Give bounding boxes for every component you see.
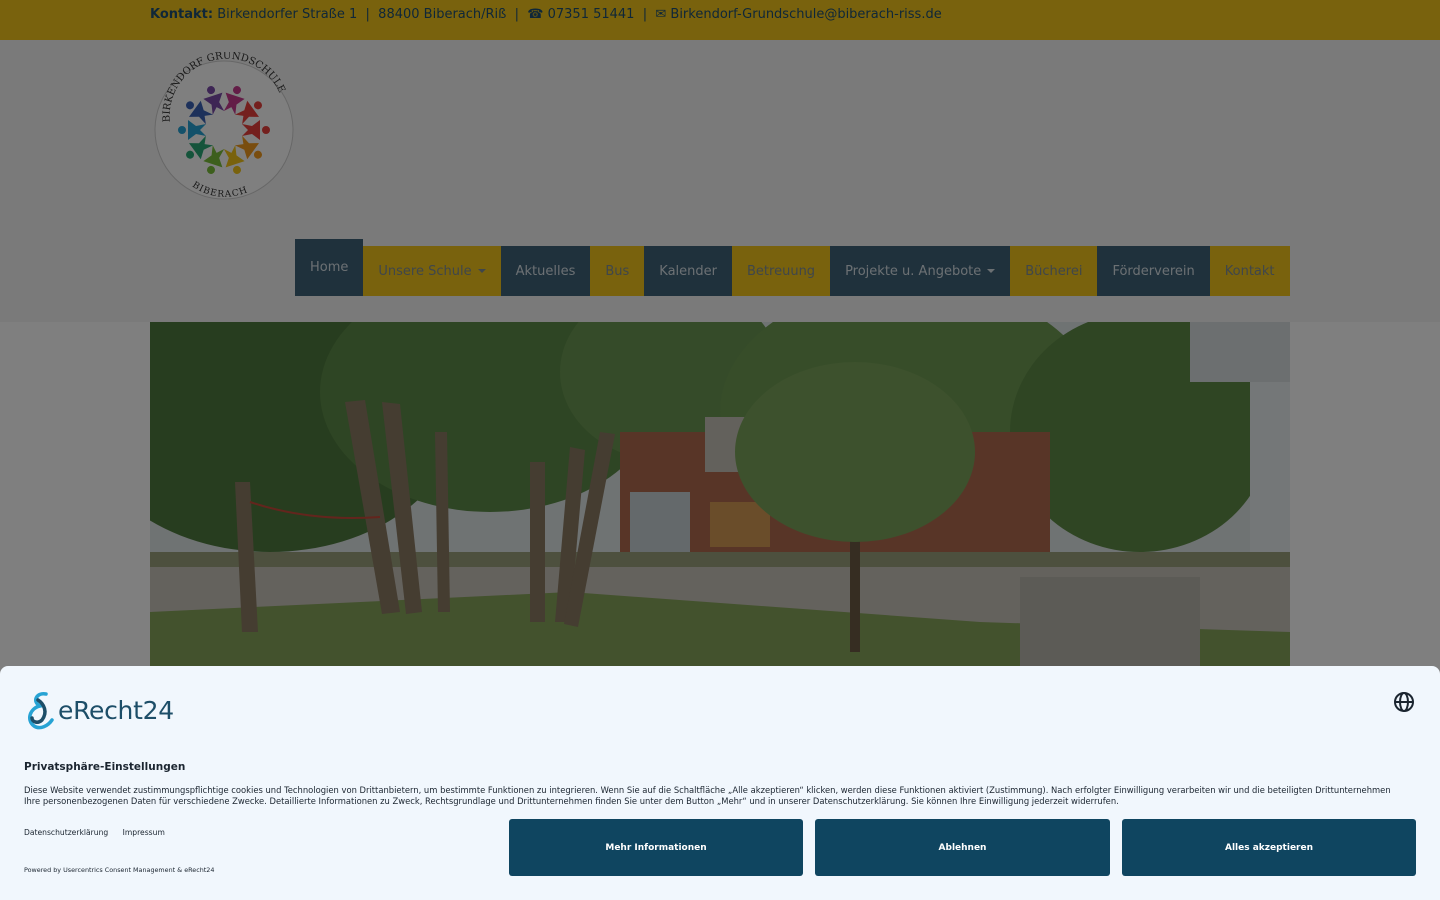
contact-phone[interactable]: ☎ 07351 51441 — [527, 7, 634, 22]
consent-description: Diese Website verwendet zustimmungspflic… — [24, 785, 1391, 806]
nav-item-label: Home — [310, 260, 349, 275]
nav-item-label: Projekte u. Angebote — [845, 263, 982, 279]
consent-links: Datenschutzerklärung Impressum — [24, 828, 177, 837]
nav-item-kalender[interactable]: Kalender — [644, 246, 733, 296]
accept-all-button[interactable]: Alles akzeptieren — [1122, 819, 1416, 876]
nav-item-bus[interactable]: Bus — [590, 246, 645, 296]
language-globe-icon[interactable] — [1392, 690, 1416, 714]
erecht24-mark-icon — [28, 692, 54, 730]
more-information-button[interactable]: Mehr Informationen — [509, 819, 803, 876]
nav-item-projekte-u-angebote[interactable]: Projekte u. Angebote — [830, 246, 1011, 296]
nav-item-kontakt[interactable]: Kontakt — [1209, 246, 1290, 296]
imprint-link[interactable]: Impressum — [123, 828, 165, 837]
nav-item-label: Kalender — [659, 263, 718, 279]
nav-item-home[interactable]: Home — [295, 239, 364, 296]
powered-by-text: Powered by Usercentrics Consent Manageme… — [24, 866, 215, 874]
hero-image — [150, 322, 1290, 667]
contact-city: 88400 Biberach/Riß — [378, 7, 507, 22]
nav-item-label: Bücherei — [1025, 263, 1083, 279]
cookie-consent-banner: eRecht24 Privatsphäre-Einstellungen Dies… — [0, 666, 1440, 900]
nav-item-unsere-schule[interactable]: Unsere Schule — [363, 246, 501, 296]
nav-item-label: Unsere Schule — [378, 263, 472, 279]
decline-button[interactable]: Ablehnen — [815, 819, 1110, 876]
caret-down-icon — [477, 269, 486, 273]
nav-item-label: Betreuung — [747, 263, 816, 279]
contact-bar: Kontakt: Birkendorfer Straße 1 | 88400 B… — [0, 0, 1440, 40]
nav-item-betreuung[interactable]: Betreuung — [732, 246, 831, 296]
erecht24-logo: eRecht24 — [24, 690, 174, 730]
nav-item-label: Kontakt — [1224, 263, 1275, 279]
separator: | — [642, 7, 648, 22]
schoolyard-image — [150, 322, 1290, 667]
contact-email[interactable]: ✉ Birkendorf-Grundschule@biberach-riss.d… — [655, 7, 941, 22]
separator: | — [365, 7, 370, 22]
consent-title: Privatsphäre-Einstellungen — [24, 761, 186, 773]
nav-item-label: Bus — [605, 263, 630, 279]
nav-item-aktuelles[interactable]: Aktuelles — [500, 246, 591, 296]
contact-info: Kontakt: Birkendorfer Straße 1 | 88400 B… — [150, 7, 942, 22]
contact-address: Birkendorfer Straße 1 — [217, 7, 358, 22]
school-logo[interactable]: BIRKENDORF GRUNDSCHULE BIBERACH — [152, 52, 298, 202]
nav-item-bücherei[interactable]: Bücherei — [1010, 246, 1098, 296]
school-logo-image: BIRKENDORF GRUNDSCHULE BIBERACH — [154, 52, 294, 200]
caret-down-icon — [987, 269, 996, 273]
main-navigation: Home Unsere Schule Aktuelles Bus Kalender Bet… — [295, 239, 1290, 296]
nav-item-label: Aktuelles — [515, 263, 576, 279]
contact-label: Kontakt: — [150, 7, 214, 22]
nav-item-label: Förderverein — [1112, 263, 1195, 279]
nav-item-förderverein[interactable]: Förderverein — [1097, 246, 1210, 296]
privacy-policy-link[interactable]: Datenschutzerklärung — [24, 828, 108, 837]
erecht24-wordmark: eRecht24 — [58, 695, 174, 725]
separator: | — [514, 7, 520, 22]
